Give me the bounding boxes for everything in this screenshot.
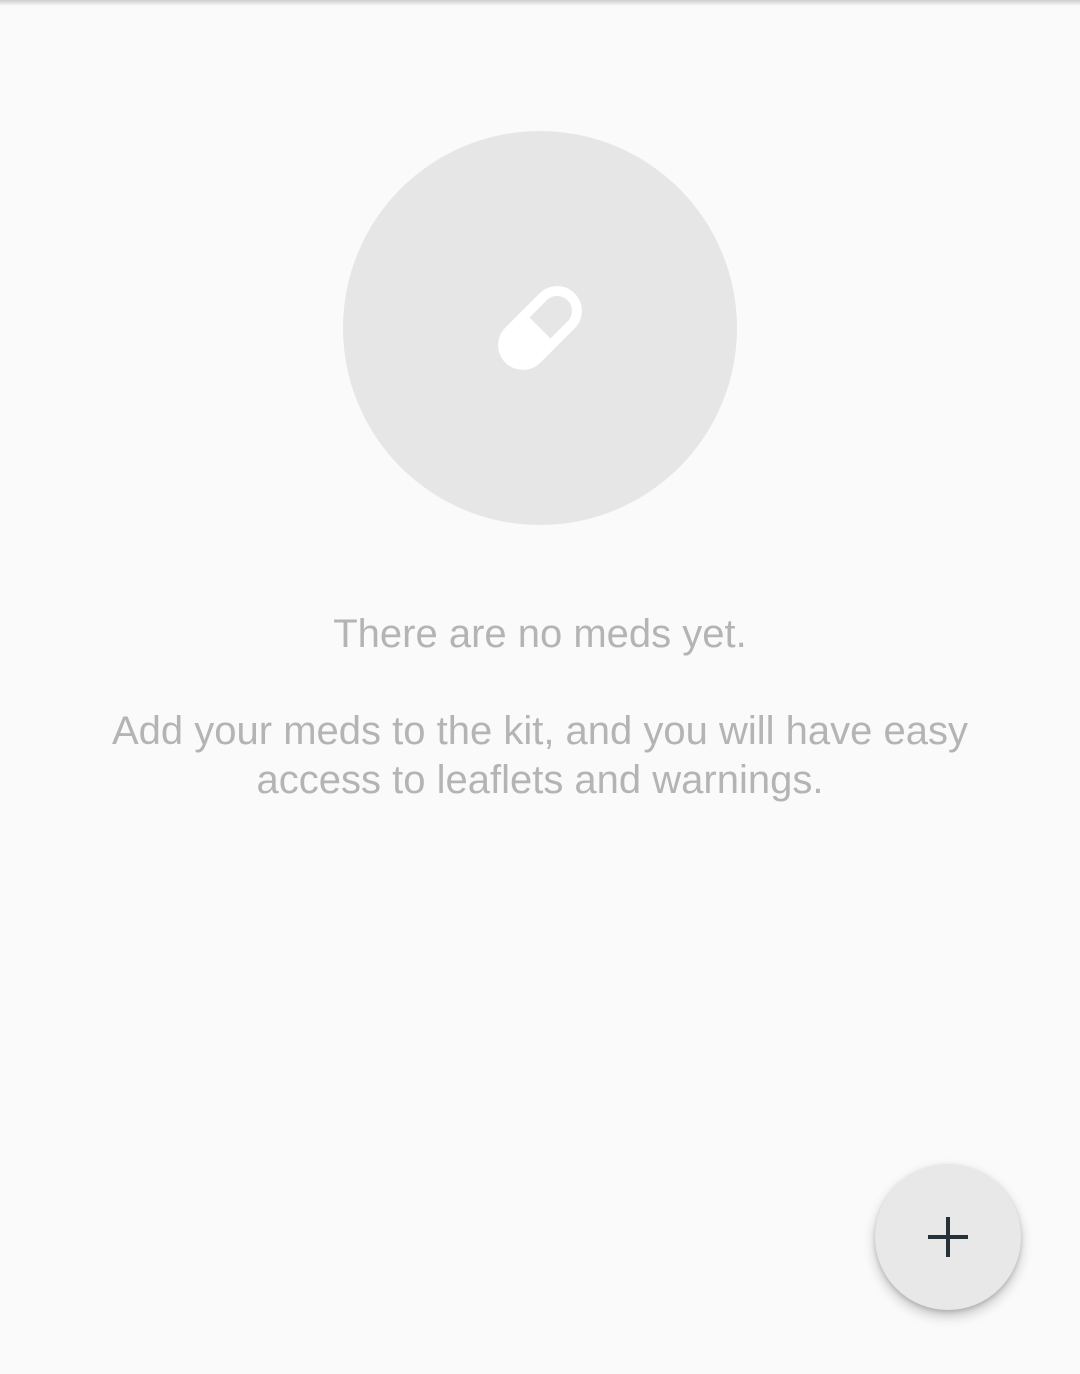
toolbar-shadow (0, 0, 1080, 6)
plus-icon (928, 1217, 968, 1257)
empty-state-description: Add your meds to the kit, and you will h… (111, 709, 968, 802)
empty-state-title: There are no meds yet. (333, 612, 747, 656)
add-med-button[interactable] (875, 1164, 1021, 1310)
pill-icon (498, 286, 582, 370)
empty-state-illustration (343, 131, 737, 525)
meds-screen: There are no meds yet. Add your meds to … (0, 0, 1080, 1374)
